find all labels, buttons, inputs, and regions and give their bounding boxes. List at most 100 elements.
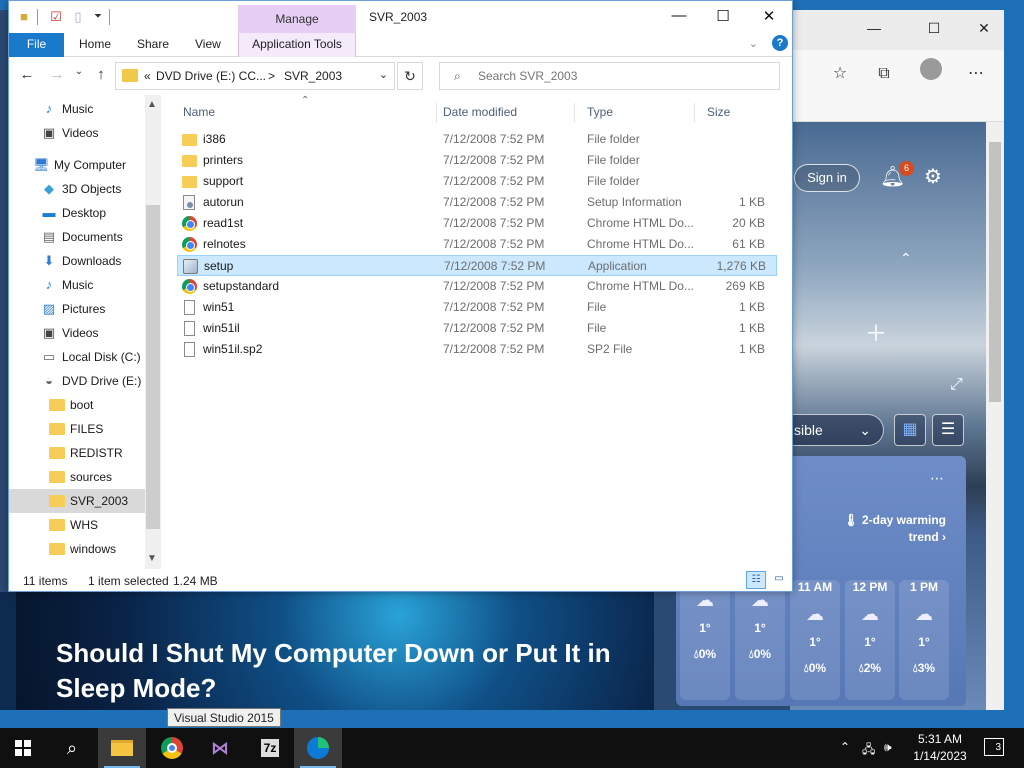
chrome-icon[interactable]	[148, 728, 196, 768]
list-view-button[interactable]: ☰	[932, 414, 964, 446]
search-input[interactable]	[478, 68, 768, 84]
scroll-up-icon[interactable]: ▲	[147, 99, 157, 110]
up-arrow-icon[interactable]: ↑	[91, 66, 111, 83]
properties-icon[interactable]: ☑	[49, 9, 63, 25]
nav-item[interactable]: 🖥︎ My Computer	[9, 153, 145, 177]
chevron-down-icon[interactable]: ⌄	[379, 68, 388, 81]
nav-item[interactable]: ◒ DVD Drive (E:) C	[9, 369, 145, 393]
nav-item[interactable]: WHS	[9, 513, 145, 537]
column-header-name[interactable]: Name	[171, 103, 437, 123]
file-explorer-icon[interactable]	[98, 728, 146, 768]
favorites-icon[interactable]: ☆	[828, 62, 852, 86]
start-button[interactable]	[0, 728, 48, 768]
refresh-button[interactable]: ↻	[397, 62, 423, 90]
breadcrumb-overflow[interactable]: «	[144, 69, 151, 83]
weather-hour[interactable]: 11 AM ☁ 1° 💧︎0%	[790, 580, 840, 700]
weather-hour[interactable]: ☁ 1° 💧︎0%	[680, 580, 730, 700]
file-row[interactable]: i386 7/12/2008 7:52 PM File folder	[177, 129, 777, 150]
file-row[interactable]: support 7/12/2008 7:52 PM File folder	[177, 171, 777, 192]
tab-application-tools[interactable]: Application Tools	[238, 33, 356, 57]
nav-item[interactable]: ▭ Local Disk (C:)	[9, 345, 145, 369]
new-folder-icon[interactable]: ▯	[71, 9, 85, 25]
large-icons-view-icon[interactable]: ▭	[769, 571, 789, 589]
recent-locations-icon[interactable]: ⌄	[69, 66, 89, 77]
breadcrumb-current[interactable]: SVR_2003	[284, 69, 342, 83]
column-header-size[interactable]: Size	[695, 103, 781, 123]
explorer-titlebar[interactable]: ■ ☑ ▯ ⏷ Manage SVR_2003 — ☐ ✕	[9, 1, 792, 33]
nav-item[interactable]: ▤ Documents	[9, 225, 145, 249]
expand-icon[interactable]: ⤢	[950, 376, 963, 394]
expand-ribbon-icon[interactable]: ⌄	[749, 37, 758, 50]
nav-scrollbar-thumb[interactable]	[146, 205, 160, 529]
add-shortcut-icon[interactable]: ＋	[865, 316, 887, 348]
file-row[interactable]: setupstandard 7/12/2008 7:52 PM Chrome H…	[177, 276, 777, 297]
nav-item[interactable]: windows	[9, 537, 145, 561]
file-row[interactable]: read1st 7/12/2008 7:52 PM Chrome HTML Do…	[177, 213, 777, 234]
nav-item[interactable]: FILES	[9, 417, 145, 441]
file-row-selected[interactable]: setup 7/12/2008 7:52 PM Application 1,27…	[177, 255, 777, 276]
address-bar[interactable]: « DVD Drive (E:) CC... > SVR_2003 ⌄	[115, 62, 395, 90]
volume-icon[interactable]: 🕪︎	[884, 740, 892, 755]
close-icon[interactable]: ✕	[759, 7, 779, 25]
minimize-icon[interactable]: —	[669, 7, 689, 24]
grid-view-button[interactable]: ▦	[894, 414, 926, 446]
tab-share[interactable]: Share	[137, 33, 169, 57]
tab-home[interactable]: Home	[79, 33, 111, 57]
profile-avatar[interactable]	[920, 58, 942, 80]
more-icon[interactable]: ⋯	[964, 62, 988, 86]
nav-scrollbar[interactable]: ▲ ▼	[145, 95, 161, 569]
settings-gear-icon[interactable]: ⚙	[924, 164, 942, 189]
nav-item-selected[interactable]: SVR_2003	[9, 489, 145, 513]
file-row[interactable]: win51il.sp2 7/12/2008 7:52 PM SP2 File 1…	[177, 339, 777, 360]
more-options-icon[interactable]: ⋯	[930, 470, 944, 487]
edge-maximize-icon[interactable]: ☐	[924, 20, 944, 37]
search-icon[interactable]: ⌕	[48, 728, 96, 768]
tab-view[interactable]: View	[195, 33, 221, 57]
nav-item[interactable]: ▣ Videos	[9, 321, 145, 345]
nav-item[interactable]: sources	[9, 465, 145, 489]
column-header-type[interactable]: Type	[575, 103, 695, 123]
file-row[interactable]: relnotes 7/12/2008 7:52 PM Chrome HTML D…	[177, 234, 777, 255]
weather-hour[interactable]: 12 PM ☁ 1° 💧︎2%	[845, 580, 895, 700]
edge-icon[interactable]	[294, 728, 342, 768]
details-view-icon[interactable]: ☷	[746, 571, 766, 589]
help-icon[interactable]: ?	[772, 35, 788, 51]
nav-item[interactable]: ♪ Music	[9, 97, 145, 121]
maximize-icon[interactable]: ☐	[713, 7, 733, 25]
collections-icon[interactable]: ⧉	[872, 62, 896, 86]
nav-item[interactable]: ◆ 3D Objects	[9, 177, 145, 201]
edge-close-icon[interactable]: ✕	[974, 20, 994, 37]
edge-scrollbar[interactable]	[986, 122, 1004, 710]
clock-date[interactable]: 1/14/2023	[910, 749, 970, 763]
news-card[interactable]: Should I Shut My Computer Down or Put It…	[16, 592, 654, 710]
sign-in-button[interactable]: Sign in	[794, 164, 860, 192]
weather-hour[interactable]: ☁ 1° 💧︎0%	[735, 580, 785, 700]
weather-hour[interactable]: 1 PM ☁ 1° 💧︎3%	[899, 580, 949, 700]
file-row[interactable]: autorun 7/12/2008 7:52 PM Setup Informat…	[177, 192, 777, 213]
nav-item[interactable]: ♪ Music	[9, 273, 145, 297]
column-header-date[interactable]: Date modified	[431, 103, 575, 123]
scroll-down-icon[interactable]: ▼	[147, 553, 157, 564]
file-row[interactable]: win51 7/12/2008 7:52 PM File 1 KB	[177, 297, 777, 318]
nav-item[interactable]: ▬ Desktop	[9, 201, 145, 225]
breadcrumb-separator[interactable]: >	[268, 69, 275, 83]
edge-scrollbar-thumb[interactable]	[989, 142, 1001, 402]
breadcrumb-dvd-drive[interactable]: DVD Drive (E:) CC...	[156, 69, 266, 83]
action-center-icon[interactable]: 3	[984, 738, 1004, 756]
chevron-up-icon[interactable]: ⌃	[900, 250, 912, 267]
network-icon[interactable]: 🖧︎	[862, 740, 875, 761]
weather-trend[interactable]: 🌡︎ 2-day warming trend ›	[826, 512, 946, 546]
tab-manage[interactable]: Manage	[238, 5, 356, 33]
7zip-icon[interactable]: 7z	[246, 728, 294, 768]
search-box[interactable]: ⌕	[439, 62, 780, 90]
file-row[interactable]: win51il 7/12/2008 7:52 PM File 1 KB	[177, 318, 777, 339]
nav-item[interactable]: ▨ Pictures	[9, 297, 145, 321]
customize-qat-icon[interactable]: ⏷	[91, 9, 105, 25]
nav-item[interactable]: boot	[9, 393, 145, 417]
forward-arrow-icon[interactable]: →	[47, 66, 67, 83]
edge-minimize-icon[interactable]: —	[864, 20, 884, 36]
clock-time[interactable]: 5:31 AM	[910, 732, 970, 746]
back-arrow-icon[interactable]: ←	[17, 66, 37, 83]
show-hidden-icons-icon[interactable]: ⌃	[840, 740, 850, 754]
nav-item[interactable]: ▣ Videos	[9, 121, 145, 145]
